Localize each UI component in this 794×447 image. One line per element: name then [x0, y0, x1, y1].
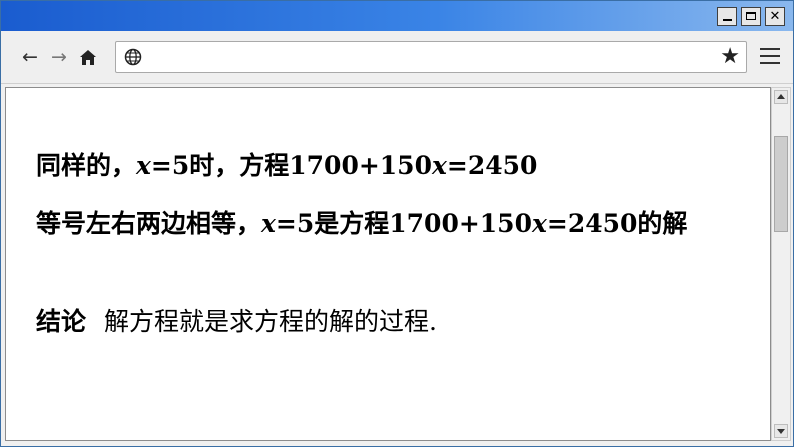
scroll-up-arrow-icon[interactable] [774, 90, 788, 104]
conclusion-label: 结论 [36, 307, 87, 336]
variable-x: x [431, 151, 447, 180]
variable-x: x [261, 209, 276, 238]
line1-mid: =5时，方程1700+150 [150, 151, 432, 180]
title-bar[interactable]: ✕ [1, 1, 793, 31]
close-icon: ✕ [769, 9, 781, 24]
bookmark-star-icon[interactable]: ★ [720, 44, 740, 70]
home-icon-glyph [80, 50, 96, 65]
minimize-icon [723, 19, 732, 21]
scroll-down-arrow-icon[interactable] [774, 424, 788, 438]
line1-prefix: 同样的， [36, 151, 137, 180]
vertical-scrollbar[interactable] [771, 87, 791, 441]
page-content [5, 87, 771, 441]
hamburger-menu-icon[interactable] [760, 48, 780, 66]
close-button[interactable]: ✕ [765, 7, 785, 26]
statement-line-2: 等号左右两边相等，x=5是方程1700+150x=2450的解 [36, 204, 687, 240]
variable-x: x [531, 209, 547, 238]
home-icon[interactable] [77, 46, 99, 68]
statement-line-1: 同样的，x=5时，方程1700+150x=2450 [36, 146, 537, 182]
minimize-button[interactable] [717, 7, 737, 26]
address-bar[interactable]: ★ [115, 41, 747, 73]
maximize-icon [746, 12, 756, 20]
line2-prefix: 等号左右两边相等， [36, 209, 262, 238]
menu-line [760, 62, 780, 64]
menu-line [760, 48, 780, 50]
line1-suffix: =2450 [446, 151, 538, 180]
conclusion-text: 解方程就是求方程的解的过程. [104, 307, 437, 336]
back-arrow-icon[interactable]: ← [19, 46, 41, 68]
globe-icon [124, 48, 142, 66]
forward-arrow-icon[interactable]: → [48, 46, 70, 68]
line2-mid: =5是方程1700+150 [275, 209, 532, 238]
variable-x: x [136, 151, 151, 180]
url-input[interactable] [150, 46, 714, 70]
menu-line [760, 55, 780, 57]
conclusion-line: 结论 解方程就是求方程的解的过程. [36, 302, 437, 338]
browser-toolbar: ← → ★ [1, 31, 793, 84]
maximize-button[interactable] [741, 7, 761, 26]
line2-suffix: =2450的解 [546, 209, 688, 238]
scroll-thumb[interactable] [774, 136, 788, 232]
